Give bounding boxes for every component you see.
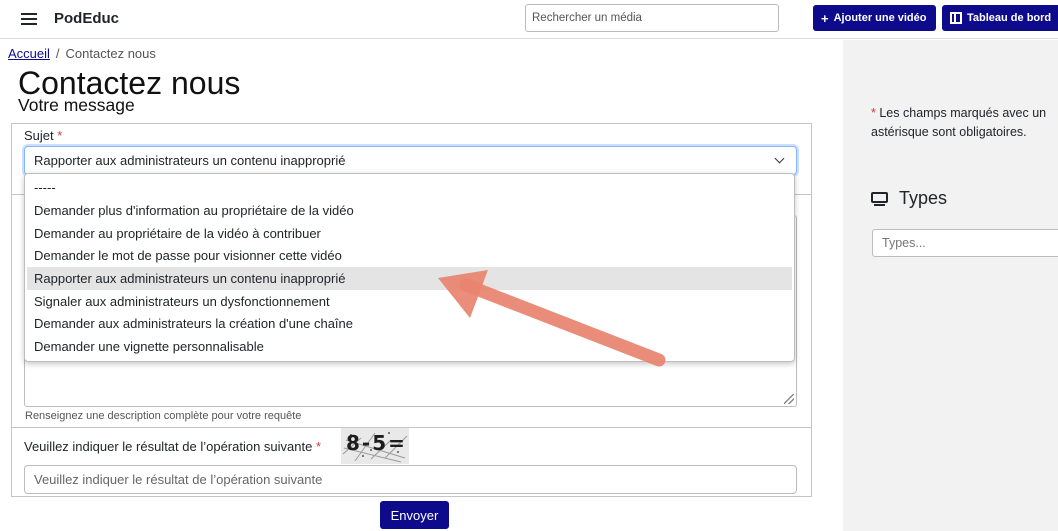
brand-logo[interactable]: PodEduc [54,10,119,27]
subject-label: Sujet * [24,128,63,143]
breadcrumb-separator: / [55,46,60,61]
form-divider [12,427,811,428]
dropdown-option-more-info[interactable]: Demander plus d'information au propriéta… [27,199,792,222]
dropdown-option-contribute[interactable]: Demander au propriétaire de la vidéo à c… [27,222,792,245]
add-video-label: Ajouter une vidéo [833,12,927,24]
captcha-image: 8-5= [341,428,409,464]
hamburger-menu-icon[interactable] [21,13,37,25]
required-fields-note: * Les champs marqués avec un astérisque … [871,106,1047,139]
subject-select[interactable]: Rapporter aux administrateurs un contenu… [24,146,797,175]
submit-button[interactable]: Envoyer [380,501,449,529]
right-sidebar: * Les champs marqués avec un astérisque … [843,40,1058,531]
dashboard-label: Tableau de bord [967,12,1052,24]
top-navbar: PodEduc + Ajouter une vidéo Tableau de b… [0,0,1058,39]
dashboard-button[interactable]: Tableau de bord [942,5,1058,31]
subject-dropdown-list: ----- Demander plus d'information au pro… [24,173,795,362]
breadcrumb: Accueil / Contactez nous [8,46,156,61]
film-icon [950,12,962,24]
search-input[interactable] [525,4,779,32]
section-title: Votre message [18,95,135,115]
dropdown-option-password[interactable]: Demander le mot de passe pour visionner … [27,244,792,267]
plus-icon: + [821,10,829,26]
dropdown-option-thumbnail[interactable]: Demander une vignette personnalisable [27,335,792,358]
captcha-text: 8-5= [346,431,407,455]
monitor-icon [871,191,888,206]
captcha-label: Veuillez indiquer le résultat de l’opéra… [24,439,322,454]
breadcrumb-home-link[interactable]: Accueil [8,46,50,61]
dropdown-option-create-channel[interactable]: Demander aux administrateurs la création… [27,312,792,335]
add-video-button[interactable]: + Ajouter une vidéo [813,5,936,31]
resize-handle-icon[interactable] [784,394,794,404]
types-input[interactable] [872,229,1058,257]
dropdown-option-empty[interactable]: ----- [27,176,792,199]
breadcrumb-current: Contactez nous [65,46,156,61]
subject-select-value: Rapporter aux administrateurs un contenu… [34,153,346,168]
types-heading: Types [871,188,947,209]
dropdown-option-malfunction[interactable]: Signaler aux administrateurs un dysfonct… [27,290,792,313]
chevron-down-icon [774,153,785,164]
dropdown-option-report-content[interactable]: Rapporter aux administrateurs un contenu… [27,267,792,290]
description-help: Renseignez une description complète pour… [25,410,302,422]
captcha-answer-input[interactable] [24,465,797,494]
